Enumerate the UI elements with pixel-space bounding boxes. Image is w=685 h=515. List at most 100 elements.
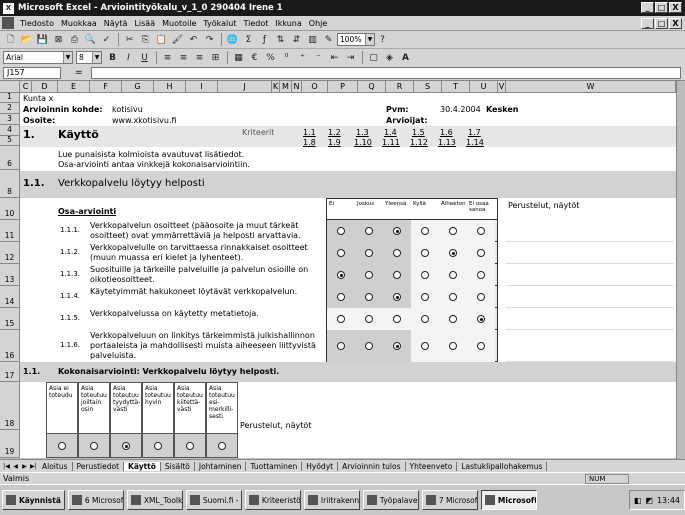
kokonais-radio[interactable] <box>218 442 226 450</box>
restore-button[interactable]: □ <box>655 2 668 13</box>
permission-icon[interactable]: ⊠ <box>51 32 66 47</box>
column-header[interactable]: G <box>122 81 154 93</box>
taskbar-button[interactable]: Microsoft E... <box>480 490 537 510</box>
column-header[interactable]: Q <box>358 81 386 93</box>
new-icon[interactable]: 🗋 <box>3 32 18 47</box>
font-size-select[interactable]: 8 ▼ <box>76 51 102 64</box>
option-radio[interactable] <box>365 249 373 257</box>
option-radio[interactable] <box>477 227 485 235</box>
option-radio[interactable] <box>449 293 457 301</box>
chevron-down-icon[interactable]: ▼ <box>92 52 101 63</box>
option-radio[interactable] <box>365 227 373 235</box>
option-radio[interactable] <box>393 342 401 350</box>
column-header[interactable]: W <box>506 81 676 93</box>
column-header[interactable]: U <box>470 81 498 93</box>
criteria-link[interactable]: 1.2 <box>328 128 341 137</box>
option-radio[interactable] <box>365 342 373 350</box>
menu-tiedot[interactable]: Tiedot <box>243 19 268 28</box>
pvm-value[interactable]: 30.4.2004 <box>440 105 481 114</box>
criteria-link[interactable]: 1.7 <box>468 128 481 137</box>
menu-lisaa[interactable]: Lisää <box>134 19 155 28</box>
criteria-link[interactable]: 1.6 <box>440 128 453 137</box>
option-radio[interactable] <box>421 293 429 301</box>
redo-icon[interactable]: ↷ <box>202 32 217 47</box>
column-header[interactable]: H <box>154 81 186 93</box>
fill-color-icon[interactable]: ◈ <box>382 50 397 65</box>
merge-center-icon[interactable]: ⊞ <box>208 50 223 65</box>
row-header[interactable]: 17 <box>0 362 20 382</box>
taskbar-button[interactable]: Iriitrakennej... <box>303 490 360 510</box>
option-radio[interactable] <box>449 271 457 279</box>
minimize-button[interactable]: _ <box>641 2 654 13</box>
option-radio[interactable] <box>393 227 401 235</box>
menu-ikkuna[interactable]: Ikkuna <box>275 19 301 28</box>
row-header[interactable]: 18 <box>0 382 20 430</box>
justification-cell[interactable] <box>506 242 674 264</box>
chevron-down-icon[interactable]: ▼ <box>63 52 72 63</box>
column-header[interactable]: T <box>442 81 470 93</box>
increase-decimal-icon[interactable]: ⁺ <box>295 50 310 65</box>
status-kesken[interactable]: Kesken <box>486 105 518 114</box>
option-radio[interactable] <box>337 271 345 279</box>
close-button[interactable]: X <box>669 2 682 13</box>
open-icon[interactable]: 📂 <box>19 32 34 47</box>
function-icon[interactable]: ƒ <box>257 32 272 47</box>
kokonais-radio[interactable] <box>90 442 98 450</box>
formula-equals[interactable]: = <box>75 68 83 78</box>
option-radio[interactable] <box>365 293 373 301</box>
option-radio[interactable] <box>477 315 485 323</box>
row-header[interactable]: 12 <box>0 242 20 264</box>
row-header[interactable]: 16 <box>0 330 20 362</box>
drawing-icon[interactable]: ✎ <box>321 32 336 47</box>
row-header[interactable]: 19 <box>0 430 20 458</box>
criteria-link[interactable]: 1.4 <box>384 128 397 137</box>
doc-restore-button[interactable]: □ <box>655 18 668 29</box>
currency-icon[interactable]: ▦ <box>231 50 246 65</box>
option-radio[interactable] <box>393 249 401 257</box>
row-header[interactable]: 6 <box>0 146 20 170</box>
option-radio[interactable] <box>421 271 429 279</box>
sheet-tab[interactable]: Perustiedot <box>73 461 125 471</box>
borders-icon[interactable]: ▢ <box>366 50 381 65</box>
kokonais-radio[interactable] <box>154 442 162 450</box>
menu-tyokalut[interactable]: Työkalut <box>203 19 236 28</box>
criteria-link[interactable]: 1.11 <box>382 138 400 147</box>
option-radio[interactable] <box>393 315 401 323</box>
row-header[interactable]: 10 <box>0 198 20 220</box>
row-header[interactable]: 14 <box>0 286 20 308</box>
option-radio[interactable] <box>421 249 429 257</box>
criteria-link[interactable]: 1.8 <box>303 138 316 147</box>
align-right-icon[interactable]: ≡ <box>192 50 207 65</box>
option-radio[interactable] <box>477 293 485 301</box>
euro-icon[interactable]: € <box>247 50 262 65</box>
font-color-icon[interactable]: A <box>398 50 413 65</box>
doc-close-button[interactable]: X <box>669 18 682 29</box>
autosum-icon[interactable]: Σ <box>241 32 256 47</box>
tray-icon[interactable]: ◩ <box>645 496 653 505</box>
cut-icon[interactable]: ✂ <box>122 32 137 47</box>
justification-cell[interactable] <box>506 330 674 362</box>
taskbar-button[interactable]: 7 Microsof... <box>421 490 478 510</box>
sheet-tab[interactable]: Johtaminen <box>195 461 247 471</box>
criteria-link[interactable]: 1.13 <box>438 138 456 147</box>
menu-muokkaa[interactable]: Muokkaa <box>61 19 97 28</box>
criteria-link[interactable]: 1.12 <box>410 138 428 147</box>
underline-icon[interactable]: U <box>137 50 152 65</box>
doc-minimize-button[interactable]: _ <box>641 18 654 29</box>
print-icon[interactable]: ⎙ <box>67 32 82 47</box>
column-header[interactable]: J <box>218 81 272 93</box>
kokonais-radio[interactable] <box>58 442 66 450</box>
option-radio[interactable] <box>449 249 457 257</box>
save-icon[interactable]: 💾 <box>35 32 50 47</box>
sheet-tab[interactable]: Sisältö <box>161 461 195 471</box>
column-header[interactable]: O <box>302 81 328 93</box>
option-radio[interactable] <box>449 315 457 323</box>
option-radio[interactable] <box>337 227 345 235</box>
option-radio[interactable] <box>421 315 429 323</box>
italic-icon[interactable]: I <box>121 50 136 65</box>
vertical-scrollbar[interactable] <box>676 81 685 459</box>
prev-sheet-icon[interactable]: ◀ <box>11 462 20 471</box>
excel-app-icon[interactable]: X <box>3 2 14 14</box>
row-header[interactable]: 15 <box>0 308 20 330</box>
tray-icon[interactable]: ◧ <box>634 496 642 505</box>
